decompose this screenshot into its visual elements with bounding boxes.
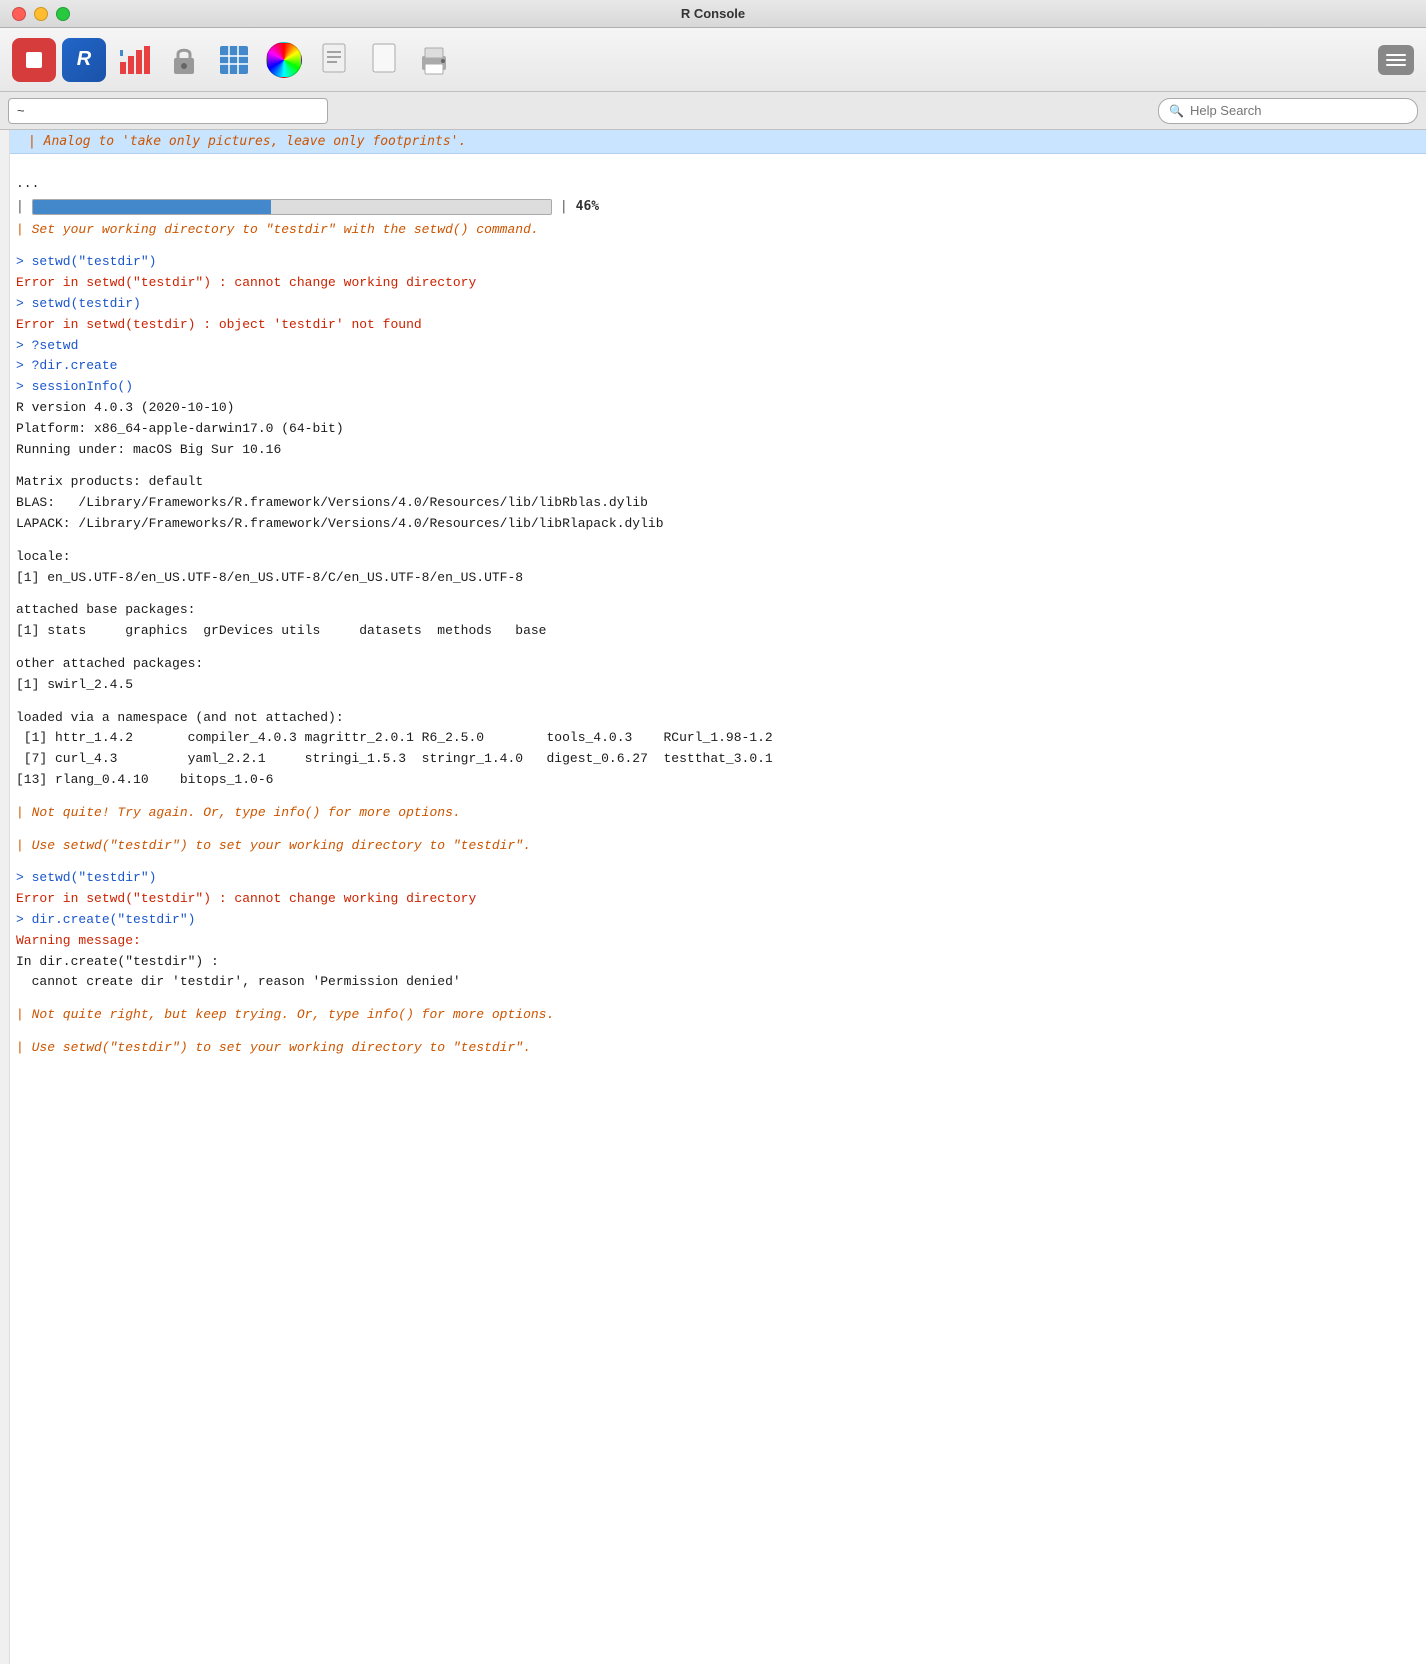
console-line: R version 4.0.3 (2020-10-10) xyxy=(16,398,1410,419)
toolbar: R xyxy=(0,28,1426,92)
console-line: | Use setwd("testdir") to set your worki… xyxy=(16,1038,1410,1059)
printer-icon xyxy=(416,42,452,78)
console-line: > setwd("testdir") xyxy=(16,252,1410,273)
console-area: | Analog to 'take only pictures, leave o… xyxy=(0,130,1426,1664)
input-row: 🔍 xyxy=(0,92,1426,130)
console-line: loaded via a namespace (and not attached… xyxy=(16,708,1410,729)
console-line: [1] en_US.UTF-8/en_US.UTF-8/en_US.UTF-8/… xyxy=(16,568,1410,589)
color-wheel-icon xyxy=(266,42,302,78)
r-icon-button[interactable]: R xyxy=(62,38,106,82)
console-line: [7] curl_4.3 yaml_2.2.1 stringi_1.5.3 st… xyxy=(16,749,1410,770)
script-button[interactable] xyxy=(312,38,356,82)
r-icon: R xyxy=(62,38,106,82)
blank-line xyxy=(16,856,1410,868)
console-line: Matrix products: default xyxy=(16,472,1410,493)
search-box[interactable]: 🔍 xyxy=(1158,98,1418,124)
search-icon: 🔍 xyxy=(1169,104,1184,118)
console-line: Platform: x86_64-apple-darwin17.0 (64-bi… xyxy=(16,419,1410,440)
console-line: > sessionInfo() xyxy=(16,377,1410,398)
console-line: [13] rlang_0.4.10 bitops_1.0-6 xyxy=(16,770,1410,791)
traffic-lights xyxy=(12,7,70,21)
sidebar-toggle-button[interactable] xyxy=(1378,45,1414,75)
blank-line xyxy=(16,993,1410,1005)
blank-line xyxy=(16,642,1410,654)
chart-icon xyxy=(116,42,152,78)
window-title: R Console xyxy=(681,6,745,21)
console-line: | Not quite right, but keep trying. Or, … xyxy=(16,1005,1410,1026)
close-button[interactable] xyxy=(12,7,26,21)
sidebar-toggle-icon xyxy=(1386,54,1406,66)
search-input[interactable] xyxy=(1190,103,1390,118)
blank-line xyxy=(16,824,1410,836)
blank-line xyxy=(16,240,1410,252)
console-line: attached base packages: xyxy=(16,600,1410,621)
console-line: LAPACK: /Library/Frameworks/R.framework/… xyxy=(16,514,1410,535)
chart-button[interactable] xyxy=(112,38,156,82)
blank-line xyxy=(16,696,1410,708)
console-line: Error in setwd("testdir") : cannot chang… xyxy=(16,273,1410,294)
blank-line xyxy=(16,791,1410,803)
blank-line xyxy=(16,162,1410,174)
minimize-button[interactable] xyxy=(34,7,48,21)
spreadsheet-icon xyxy=(216,42,252,78)
blank-line xyxy=(16,1026,1410,1038)
progress-bar-line: | | 46% xyxy=(16,197,1410,218)
stop-icon xyxy=(26,52,42,68)
scrollbar[interactable] xyxy=(0,130,10,1664)
blank-line xyxy=(16,588,1410,600)
console-line: [1] httr_1.4.2 compiler_4.0.3 magrittr_2… xyxy=(16,728,1410,749)
script-icon xyxy=(319,42,349,78)
console-line: | Set your working directory to "testdir… xyxy=(16,220,1410,241)
blank-line xyxy=(16,460,1410,472)
console-line: locale: xyxy=(16,547,1410,568)
console-line: > setwd("testdir") xyxy=(16,868,1410,889)
title-bar: R Console xyxy=(0,0,1426,28)
printer-button[interactable] xyxy=(412,38,456,82)
console-line: Running under: macOS Big Sur 10.16 xyxy=(16,440,1410,461)
blank-doc-button[interactable] xyxy=(362,38,406,82)
console-line: | Not quite! Try again. Or, type info() … xyxy=(16,803,1410,824)
console-line: cannot create dir 'testdir', reason 'Per… xyxy=(16,972,1410,993)
console-line: Error in setwd(testdir) : object 'testdi… xyxy=(16,315,1410,336)
progress-percent: 46% xyxy=(576,197,599,218)
console-line: > ?dir.create xyxy=(16,356,1410,377)
blank-line xyxy=(16,535,1410,547)
console-line: > setwd(testdir) xyxy=(16,294,1410,315)
lock-icon xyxy=(168,42,200,78)
stop-button[interactable] xyxy=(12,38,56,82)
console-line: > dir.create("testdir") xyxy=(16,910,1410,931)
color-wheel-button[interactable] xyxy=(262,38,306,82)
console-line: Error in setwd("testdir") : cannot chang… xyxy=(16,889,1410,910)
directory-input[interactable] xyxy=(8,98,328,124)
console-line: > ?setwd xyxy=(16,336,1410,357)
console-line: ... xyxy=(16,174,1410,195)
spreadsheet-button[interactable] xyxy=(212,38,256,82)
maximize-button[interactable] xyxy=(56,7,70,21)
lock-button[interactable] xyxy=(162,38,206,82)
console-line: [1] stats graphics grDevices utils datas… xyxy=(16,621,1410,642)
console-line: | Use setwd("testdir") to set your worki… xyxy=(16,836,1410,857)
console-line: In dir.create("testdir") : xyxy=(16,952,1410,973)
console-line: BLAS: /Library/Frameworks/R.framework/Ve… xyxy=(16,493,1410,514)
console-line: [1] swirl_2.4.5 xyxy=(16,675,1410,696)
blank-doc-icon xyxy=(369,42,399,78)
console-content: ... | | 46% | Set your working directory… xyxy=(0,154,1426,1067)
swirl-header-line: | Analog to 'take only pictures, leave o… xyxy=(28,134,466,149)
console-line: Warning message: xyxy=(16,931,1410,952)
console-line: other attached packages: xyxy=(16,654,1410,675)
